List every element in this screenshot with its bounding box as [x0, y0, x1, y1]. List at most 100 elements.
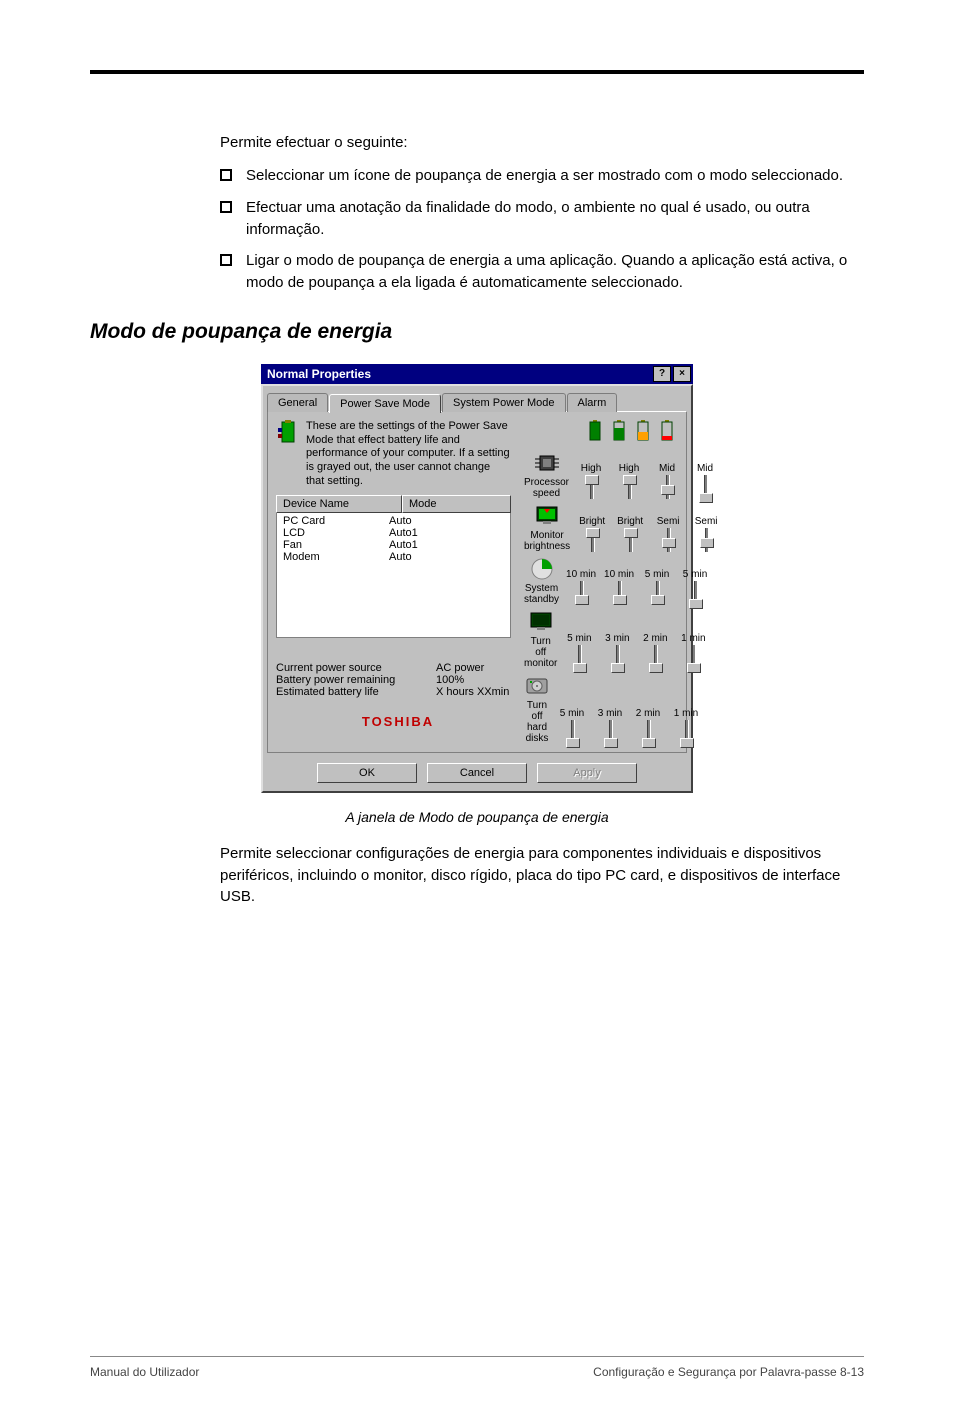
device-row[interactable]: ModemAuto — [283, 551, 504, 563]
setting-value-cell: 5 min — [677, 569, 713, 605]
setting-value-label: 3 min — [599, 633, 635, 645]
battery-high-icon — [612, 420, 626, 442]
setting-value-cell: 5 min — [561, 633, 597, 669]
setting-slider[interactable] — [622, 475, 636, 499]
setting-slider[interactable] — [699, 528, 713, 552]
device-header-name[interactable]: Device Name — [276, 495, 402, 513]
device-header-mode[interactable]: Mode — [402, 495, 511, 513]
setting-value-cell: 5 min — [554, 708, 590, 744]
setting-value-cell: High — [573, 463, 609, 499]
setting-slider[interactable] — [584, 475, 598, 499]
device-row[interactable]: LCDAuto1 — [283, 527, 504, 539]
setting-value-label: Mid — [687, 463, 723, 475]
device-name-cell: LCD — [283, 527, 389, 539]
device-mode-cell: Auto1 — [389, 527, 418, 539]
setting-value-cell: 1 min — [675, 633, 711, 669]
setting-value-cell: 2 min — [637, 633, 673, 669]
tab-general[interactable]: General — [267, 393, 328, 412]
setting-slider[interactable] — [698, 475, 712, 499]
setting-slider[interactable] — [574, 581, 588, 605]
apply-button[interactable]: Apply — [537, 763, 637, 783]
power-info-value: AC power — [436, 662, 484, 674]
help-button[interactable]: ? — [653, 366, 671, 382]
tab-alarm[interactable]: Alarm — [567, 393, 618, 412]
setting-row: Systemstandby10 min10 min5 min5 min — [524, 556, 678, 605]
setting-value-cell: 2 min — [630, 708, 666, 744]
setting-value-label: Semi — [688, 516, 724, 528]
power-info-label: Current power source — [276, 662, 436, 674]
bullet-item: Ligar o modo de poupança de energia a um… — [220, 250, 864, 294]
normal-properties-dialog: Normal Properties ? × General Power Save… — [261, 364, 693, 793]
setting-value-label: 10 min — [563, 569, 599, 581]
setting-value-cell: Semi — [650, 516, 686, 552]
setting-name: Processorspeed — [524, 477, 569, 499]
setting-row: Turnoff monitor5 min3 min2 min1 min — [524, 609, 678, 669]
setting-row: Turnoff hard disks5 min3 min2 min1 min — [524, 673, 678, 744]
setting-slider[interactable] — [648, 645, 662, 669]
setting-label-cell: Systemstandby — [524, 556, 559, 605]
setting-value-label: Bright — [574, 516, 610, 528]
setting-name: Systemstandby — [524, 583, 559, 605]
setting-value-label: 2 min — [637, 633, 673, 645]
setting-value-label: Semi — [650, 516, 686, 528]
setting-slider[interactable] — [660, 475, 674, 499]
tab-power-save-mode[interactable]: Power Save Mode — [329, 394, 441, 413]
setting-value-label: 2 min — [630, 708, 666, 720]
battery-low-icon — [660, 420, 674, 442]
setting-slider[interactable] — [623, 528, 637, 552]
setting-slider[interactable] — [565, 720, 579, 744]
cpu-icon — [534, 450, 560, 476]
setting-values: 5 min3 min2 min1 min — [561, 633, 711, 669]
setting-value-cell: 3 min — [592, 708, 628, 744]
setting-slider[interactable] — [641, 720, 655, 744]
device-row[interactable]: PC CardAuto — [283, 515, 504, 527]
setting-value-label: 5 min — [554, 708, 590, 720]
setting-value-cell: 3 min — [599, 633, 635, 669]
description-text: These are the settings of the Power Save… — [306, 420, 511, 489]
setting-value-cell: High — [611, 463, 647, 499]
setting-row: ProcessorspeedHighHighMidMid — [524, 450, 678, 499]
mon-off-icon — [528, 609, 554, 635]
setting-slider[interactable] — [661, 528, 675, 552]
device-list[interactable]: PC CardAuto LCDAuto1 FanAuto1 ModemAuto — [276, 513, 511, 638]
setting-value-label: Mid — [649, 463, 685, 475]
device-table: Device Name Mode PC CardAuto LCDAuto1 Fa… — [276, 495, 511, 638]
setting-label-cell: Processorspeed — [524, 450, 569, 499]
setting-value-cell: 10 min — [563, 569, 599, 605]
setting-value-label: 5 min — [639, 569, 675, 581]
setting-value-cell: Mid — [649, 463, 685, 499]
setting-label-cell: Monitorbrightness — [524, 503, 570, 552]
setting-value-label: 1 min — [675, 633, 711, 645]
setting-slider[interactable] — [585, 528, 599, 552]
battery-mid-icon — [636, 420, 650, 442]
setting-slider[interactable] — [686, 645, 700, 669]
setting-slider[interactable] — [612, 581, 626, 605]
setting-slider[interactable] — [572, 645, 586, 669]
tab-system-power-mode[interactable]: System Power Mode — [442, 393, 565, 412]
setting-value-label: 1 min — [668, 708, 704, 720]
setting-slider[interactable] — [679, 720, 693, 744]
figure-caption: A janela de Modo de poupança de energia — [90, 809, 864, 825]
cancel-button[interactable]: Cancel — [427, 763, 527, 783]
setting-name: Turnoff hard disks — [524, 700, 550, 744]
dialog-titlebar[interactable]: Normal Properties ? × — [261, 364, 693, 384]
page-footer: Manual do Utilizador Configuração e Segu… — [90, 1356, 864, 1379]
setting-slider[interactable] — [610, 645, 624, 669]
hdd-icon — [524, 673, 550, 699]
device-mode-cell: Auto — [389, 515, 412, 527]
dialog-title: Normal Properties — [267, 367, 371, 381]
power-save-icon — [276, 420, 300, 451]
device-name-cell: PC Card — [283, 515, 389, 527]
standby-icon — [529, 556, 555, 582]
setting-slider[interactable] — [603, 720, 617, 744]
setting-slider[interactable] — [688, 581, 702, 605]
setting-value-label: 5 min — [561, 633, 597, 645]
setting-value-cell: Semi — [688, 516, 724, 552]
close-button[interactable]: × — [673, 366, 691, 382]
setting-slider[interactable] — [650, 581, 664, 605]
bullet-item: Seleccionar um ícone de poupança de ener… — [220, 165, 864, 187]
bullet-list: Seleccionar um ícone de poupança de ener… — [220, 165, 864, 294]
ok-button[interactable]: OK — [317, 763, 417, 783]
device-row[interactable]: FanAuto1 — [283, 539, 504, 551]
setting-value-label: 5 min — [677, 569, 713, 581]
